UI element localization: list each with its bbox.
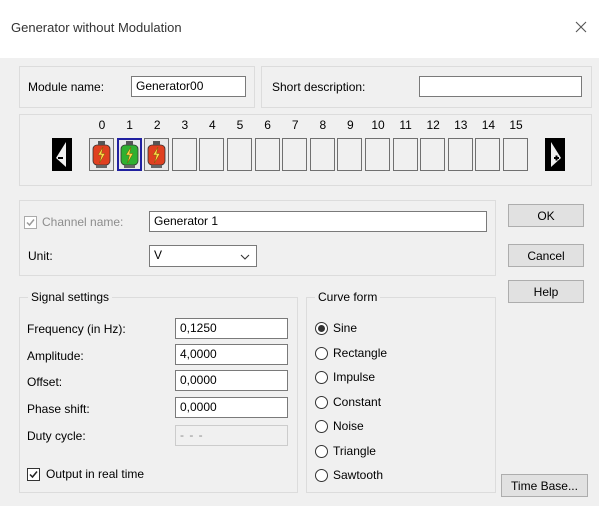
curve-label-constant: Constant xyxy=(333,394,382,409)
curve-radio-impulse[interactable] xyxy=(315,371,328,384)
channel-number-5: 5 xyxy=(236,118,244,132)
lightning-icon xyxy=(147,141,166,168)
lightning-icon xyxy=(92,141,111,168)
channel-name-label: Channel name: xyxy=(42,215,124,229)
module-name-input[interactable]: Generator00 xyxy=(131,76,246,97)
channel-number-2: 2 xyxy=(153,118,161,132)
unit-select-value: V xyxy=(154,248,163,262)
channel-number-10: 10 xyxy=(371,118,385,132)
frequency-label: Frequency (in Hz): xyxy=(27,322,126,336)
close-button[interactable] xyxy=(568,14,594,40)
frequency-input[interactable]: 0,1250 xyxy=(175,318,288,339)
channel-number-1: 1 xyxy=(126,118,133,132)
curve-radio-sawtooth[interactable] xyxy=(315,469,328,482)
channel-settings-group: Channel name: Generator 1 Unit: V xyxy=(19,200,496,276)
unit-select[interactable]: V xyxy=(149,245,257,267)
checkmark-icon xyxy=(26,219,35,227)
module-name-label: Module name: xyxy=(28,80,105,94)
module-name-group: Module name: Generator00 xyxy=(19,66,255,108)
curve-label-rectangle: Rectangle xyxy=(333,345,388,360)
channel-slot-6[interactable] xyxy=(254,138,280,171)
signal-settings-group: Signal settings Frequency (in Hz): 0,125… xyxy=(19,290,298,493)
short-description-label: Short description: xyxy=(272,80,366,94)
channel-slot-15[interactable] xyxy=(503,138,528,171)
channel-slot-8[interactable] xyxy=(309,138,335,171)
channel-number-14: 14 xyxy=(481,118,496,132)
channel-number-8: 8 xyxy=(319,118,327,132)
next-channels-button[interactable] xyxy=(545,138,565,171)
curve-form-title: Curve form xyxy=(315,290,381,304)
channel-number-13: 13 xyxy=(454,118,468,132)
channel-slot-2[interactable] xyxy=(144,138,170,171)
curve-label-noise: Noise xyxy=(333,419,364,433)
channel-slot-1[interactable] xyxy=(116,138,142,171)
checkmark-icon xyxy=(29,471,38,479)
curve-radio-noise[interactable] xyxy=(315,420,328,433)
curve-label-sine: Sine xyxy=(333,321,358,335)
realtime-label: Output in real time xyxy=(46,467,145,481)
curve-radio-triangle[interactable] xyxy=(315,444,328,458)
channel-number-9: 9 xyxy=(347,118,354,132)
lightning-icon xyxy=(120,141,138,168)
cancel-button[interactable]: Cancel xyxy=(508,244,584,267)
channel-slot-11[interactable] xyxy=(392,138,418,171)
duty-cycle-label: Duty cycle: xyxy=(27,429,86,443)
curve-radio-sine[interactable] xyxy=(315,322,328,335)
channel-slot-3[interactable] xyxy=(171,138,197,171)
curve-label-triangle: Triangle xyxy=(333,443,376,458)
previous-channels-button[interactable] xyxy=(52,138,72,171)
channel-number-4: 4 xyxy=(209,118,216,132)
channel-name-checkbox[interactable] xyxy=(24,216,37,229)
amplitude-label: Amplitude: xyxy=(27,349,84,363)
phase-shift-label: Phase shift: xyxy=(27,402,90,416)
chevron-down-icon xyxy=(240,254,250,260)
realtime-checkbox[interactable] xyxy=(27,468,40,481)
short-description-input[interactable] xyxy=(419,76,582,97)
curve-label-sawtooth: Sawtooth xyxy=(333,468,384,482)
channel-slot-10[interactable] xyxy=(365,138,390,171)
phase-shift-input[interactable]: 0,0000 xyxy=(175,397,288,418)
channel-number-12: 12 xyxy=(426,118,440,132)
offset-label: Offset: xyxy=(27,375,63,389)
title-bar: Generator without Modulation xyxy=(0,0,599,58)
channel-slot-7[interactable] xyxy=(282,138,308,171)
ok-button[interactable]: OK xyxy=(508,204,584,227)
help-button[interactable]: Help xyxy=(508,280,584,303)
channel-name-input[interactable]: Generator 1 xyxy=(149,211,487,232)
curve-form-group: Curve form Sine Rectangle Impulse Constant N… xyxy=(306,290,496,493)
curve-radio-constant[interactable] xyxy=(315,395,328,409)
channel-slot-0[interactable] xyxy=(89,138,114,171)
window-title: Generator without Modulation xyxy=(11,20,182,35)
unit-label: Unit: xyxy=(28,249,53,263)
duty-cycle-input[interactable]: - - - xyxy=(175,425,288,446)
channel-strip-group: 0 1 2 3 4 5 6 7 8 9 10 11 12 13 14 15 xyxy=(19,114,592,186)
time-base-button[interactable]: Time Base... xyxy=(501,474,588,497)
arrow-left-icon xyxy=(56,142,66,167)
channel-slot-13[interactable] xyxy=(447,138,473,171)
close-icon xyxy=(575,21,587,33)
channel-number-7: 7 xyxy=(291,118,299,132)
channel-slot-14[interactable] xyxy=(475,138,501,171)
offset-input[interactable]: 0,0000 xyxy=(175,370,288,391)
curve-label-impulse: Impulse xyxy=(333,370,376,384)
signal-settings-title: Signal settings xyxy=(28,290,113,304)
channel-number-0: 0 xyxy=(98,118,106,132)
curve-radio-rectangle[interactable] xyxy=(315,346,328,360)
channel-slot-5[interactable] xyxy=(227,138,252,171)
dialog-client: Module name: Generator00 Short descripti… xyxy=(0,58,599,506)
channel-number-11: 11 xyxy=(399,118,412,132)
arrow-right-icon xyxy=(551,142,561,167)
channel-slot-9[interactable] xyxy=(337,138,363,171)
channel-number-6: 6 xyxy=(264,118,271,132)
amplitude-input[interactable]: 4,0000 xyxy=(175,344,288,365)
channel-slot-12[interactable] xyxy=(420,138,446,171)
channel-number-3: 3 xyxy=(181,118,189,132)
short-description-group: Short description: xyxy=(261,66,592,108)
channel-number-15: 15 xyxy=(509,118,523,132)
channel-slot-4[interactable] xyxy=(199,138,225,171)
